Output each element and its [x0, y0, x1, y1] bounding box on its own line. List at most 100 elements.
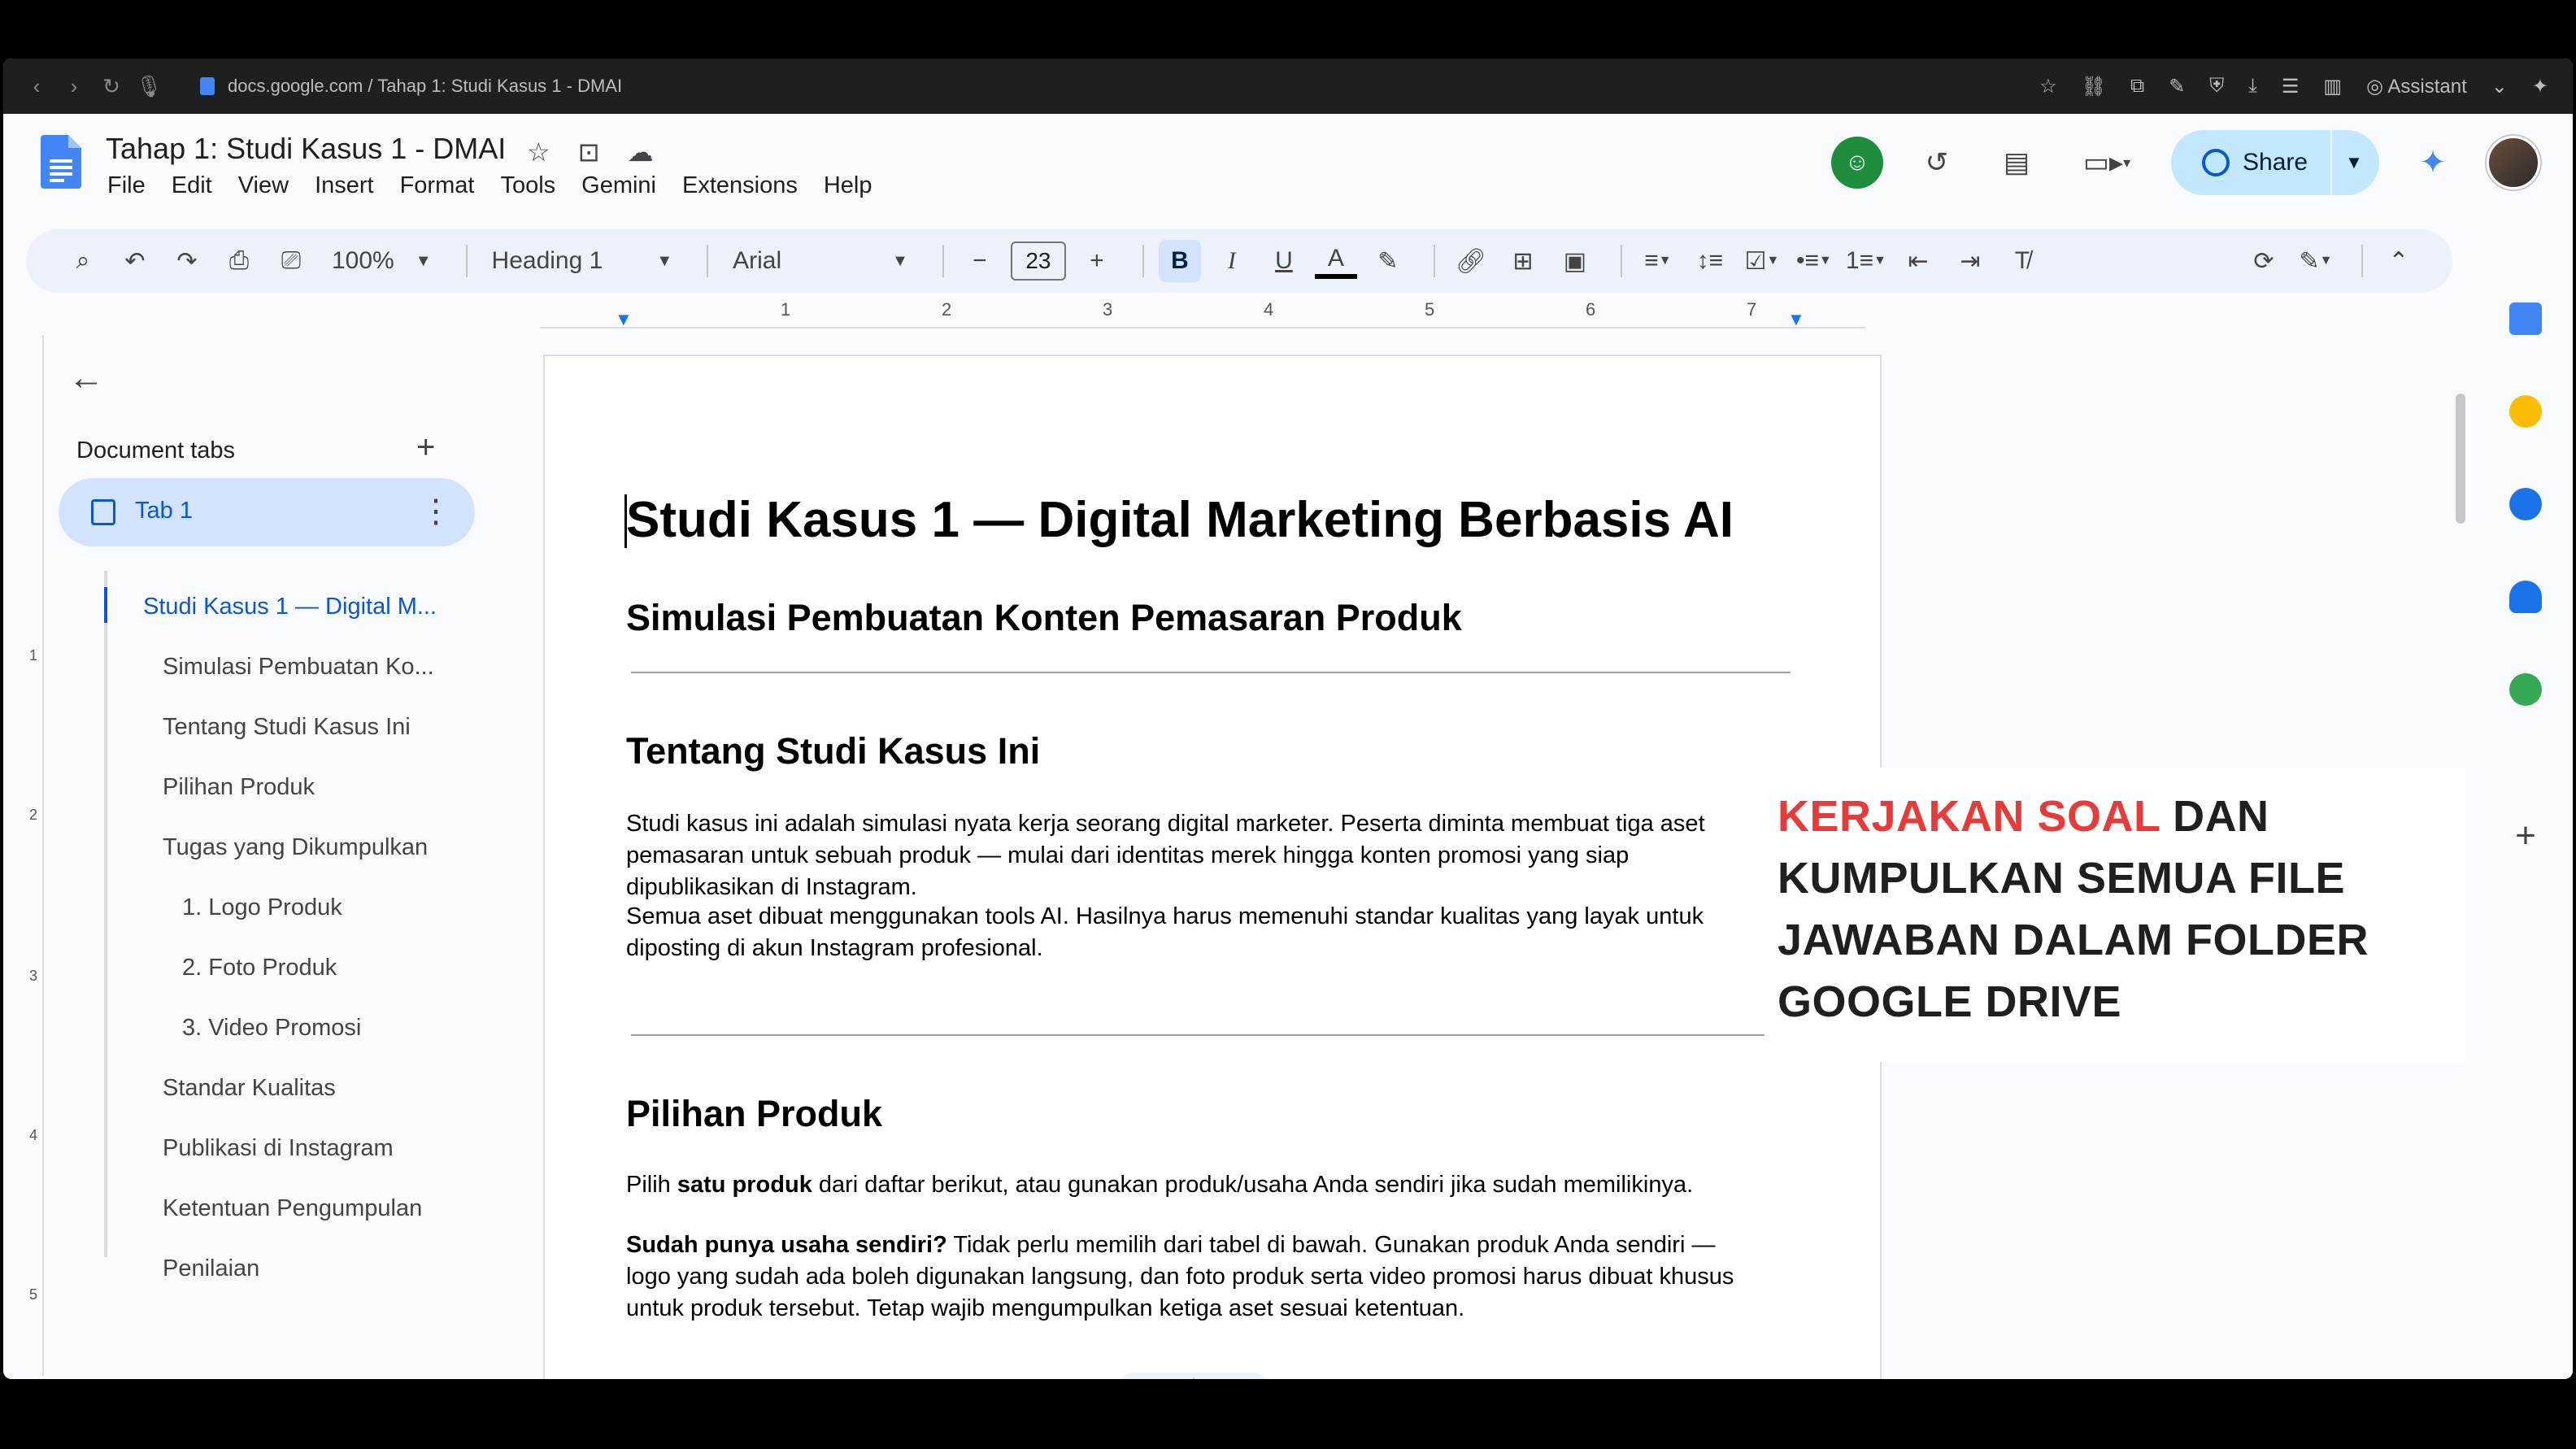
menu-edit[interactable]: Edit [172, 172, 212, 199]
share-dropdown-icon[interactable]: ▼ [2345, 152, 2363, 173]
menu-icon[interactable]: ☰ [2282, 75, 2300, 98]
zoom-select[interactable]: 100% ▼ [322, 240, 442, 282]
menu-insert[interactable]: Insert [315, 172, 374, 199]
share-button[interactable]: Share ▼ [2171, 130, 2379, 195]
smart-compose-icon[interactable]: ⟳ [2243, 240, 2285, 282]
font-size-input[interactable]: 23 [1010, 240, 1066, 282]
tab-1[interactable]: Tab 1 ⋮ [59, 478, 475, 546]
line-spacing-icon[interactable]: ↕≡ [1689, 240, 1731, 282]
download-icon[interactable]: ⤓ [2248, 75, 2257, 98]
maps-icon[interactable] [2509, 673, 2542, 706]
decrease-indent-icon[interactable]: ⇤ [1897, 240, 1939, 282]
sparkle-icon[interactable]: ✦ [2532, 75, 2548, 98]
outline-item[interactable]: Ketentuan Pengumpulan [163, 1195, 422, 1222]
section-heading[interactable]: Pilihan Produk [626, 1093, 882, 1135]
keep-icon[interactable] [2509, 395, 2542, 428]
outline-item[interactable]: Publikasi di Instagram [163, 1135, 394, 1162]
outline-item[interactable]: 3. Video Promosi [182, 1015, 361, 1042]
meet-icon[interactable]: ▭▸ ▾ [2070, 137, 2143, 189]
mic-icon[interactable]: 🎙 [130, 74, 168, 99]
reload-icon[interactable]: ↻ [93, 74, 130, 99]
arrow-back-icon[interactable]: ← [68, 358, 104, 398]
move-folder-icon[interactable]: ⊡ [578, 137, 600, 168]
menu-view[interactable]: View [238, 172, 289, 199]
bulleted-list-icon[interactable]: •≡ ▼ [1793, 240, 1835, 282]
collaborator-avatar-icon[interactable]: ☺ [1831, 137, 1883, 189]
search-menus-icon[interactable]: ⌕ [62, 240, 104, 282]
add-addon-icon[interactable]: + [2509, 818, 2542, 854]
insert-image-icon[interactable]: ▣ [1554, 240, 1596, 282]
checklist-icon[interactable]: ☑ ▼ [1741, 240, 1783, 282]
font-select[interactable]: Arial ▼ [723, 240, 918, 282]
back-nav-icon[interactable]: ‹ [18, 74, 55, 99]
paint-format-icon[interactable]: ⎚ [270, 240, 312, 282]
chevron-down-icon[interactable]: ⌄ [2491, 75, 2508, 98]
paragraph[interactable]: Studi kasus ini adalah simulasi nyata ke… [626, 808, 1781, 903]
undo-icon[interactable]: ↶ [114, 240, 156, 282]
paragraph[interactable]: Sudah punya usaha sendiri? Tidak perlu m… [626, 1229, 1781, 1325]
menu-tools[interactable]: Tools [500, 172, 555, 199]
bookmark-star-icon[interactable]: ☆ [2039, 75, 2057, 98]
tasks-icon[interactable] [2509, 488, 2542, 520]
extension-icon[interactable]: ⧉ [2130, 75, 2144, 98]
link-icon[interactable]: ⛓ [2082, 75, 2106, 98]
align-icon[interactable]: ≡ ▼ [1637, 240, 1679, 282]
menu-format[interactable]: Format [400, 172, 475, 199]
gemini-sparkle-icon[interactable]: ✦ [2407, 137, 2459, 189]
document-subtitle[interactable]: Simulasi Pembuatan Konten Pemasaran Prod… [626, 597, 1462, 639]
outline-item[interactable]: Pilihan Produk [163, 774, 315, 801]
underline-button[interactable]: U [1263, 240, 1305, 282]
outline-item[interactable]: Simulasi Pembuatan Ko... [163, 654, 434, 681]
paragraph[interactable]: Pilih satu produk dari daftar berikut, a… [626, 1169, 1781, 1201]
numbered-list-icon[interactable]: 1≡ ▼ [1845, 240, 1887, 282]
outline-item[interactable]: Tentang Studi Kasus Ini [163, 714, 411, 741]
increase-indent-icon[interactable]: ⇥ [1949, 240, 1991, 282]
outline-item[interactable]: 1. Logo Produk [182, 894, 342, 921]
add-tab-icon[interactable]: + [416, 429, 435, 466]
menu-file[interactable]: File [107, 172, 146, 199]
clear-formatting-icon[interactable]: T̸ [2001, 240, 2043, 282]
document-heading-1[interactable]: Studi Kasus 1 — Digital Marketing Berbas… [626, 491, 1734, 549]
pen-icon[interactable]: ✎ [2169, 75, 2185, 98]
cloud-status-icon[interactable]: ☁ [628, 137, 654, 168]
google-docs-logo-icon[interactable] [41, 135, 81, 189]
document-title[interactable]: Tahap 1: Studi Kasus 1 - DMAI [106, 132, 506, 166]
assistant-button[interactable]: ◎ Assistant [2366, 75, 2467, 98]
style-select[interactable]: Heading 1 ▼ [482, 240, 683, 282]
document-page[interactable]: Studi Kasus 1 — Digital Marketing Berbas… [543, 355, 1882, 1379]
outline-item[interactable]: Standar Kualitas [163, 1075, 336, 1102]
print-icon[interactable]: ⎙ [218, 240, 260, 282]
highlight-color-icon[interactable]: ✎ [1367, 240, 1409, 282]
gemini-help-me-write-icon[interactable]: ✦ [1117, 1373, 1270, 1379]
more-vert-icon[interactable]: ⋮ [420, 493, 452, 530]
calendar-icon[interactable] [2509, 302, 2542, 335]
right-indent-marker-icon[interactable]: ▼ [1787, 309, 1805, 330]
editing-mode-icon[interactable]: ✎ ▼ [2295, 240, 2337, 282]
expand-panel-icon[interactable]: › [2509, 1369, 2542, 1379]
menu-extensions[interactable]: Extensions [682, 172, 798, 199]
address-bar[interactable]: docs.google.com / Tahap 1: Studi Kasus 1… [200, 76, 622, 97]
comments-icon[interactable]: ▤ [1991, 137, 2043, 189]
star-icon[interactable]: ☆ [527, 137, 550, 168]
outline-item[interactable]: Penilaian [163, 1255, 259, 1282]
decrease-font-size-button[interactable]: − [959, 240, 1001, 282]
menu-gemini[interactable]: Gemini [581, 172, 656, 199]
contacts-icon[interactable] [2509, 581, 2542, 613]
shield-icon[interactable]: ⛨ [2209, 75, 2224, 98]
version-history-icon[interactable]: ↺ [1911, 137, 1963, 189]
redo-icon[interactable]: ↷ [166, 240, 208, 282]
insert-link-icon[interactable]: 🔗︎ [1450, 240, 1492, 282]
forward-nav-icon[interactable]: › [55, 74, 93, 99]
audio-icon[interactable]: ▥ [2323, 75, 2342, 98]
increase-font-size-button[interactable]: + [1076, 240, 1118, 282]
bold-button[interactable]: B [1158, 240, 1201, 282]
paragraph[interactable]: Semua aset dibuat menggunakan tools AI. … [626, 901, 1781, 964]
outline-item-h1[interactable]: Studi Kasus 1 — Digital M... [143, 594, 437, 620]
add-comment-icon[interactable]: ⊞ [1502, 240, 1544, 282]
section-heading[interactable]: Tentang Studi Kasus Ini [626, 730, 1040, 772]
italic-button[interactable]: I [1211, 240, 1253, 282]
outline-item[interactable]: Tugas yang Dikumpulkan [163, 834, 428, 861]
vertical-scrollbar[interactable] [2456, 394, 2465, 524]
left-indent-marker-icon[interactable]: ▼ [615, 309, 633, 330]
user-avatar[interactable] [2487, 136, 2540, 189]
